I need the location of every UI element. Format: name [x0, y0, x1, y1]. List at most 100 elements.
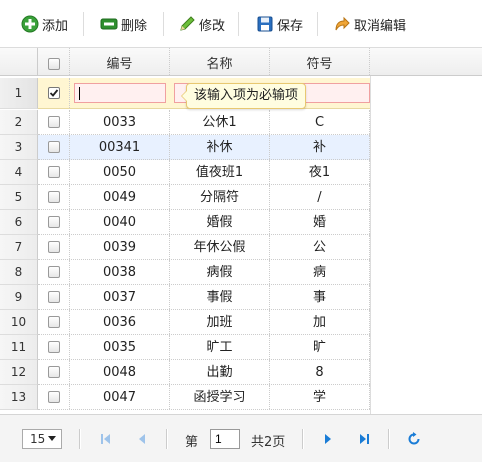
pencil-icon — [178, 15, 196, 33]
column-header-name[interactable]: 名称 — [170, 48, 270, 75]
row-select-cell — [38, 385, 70, 409]
checkmark-icon — [49, 89, 59, 97]
page-prefix-label: 第 — [185, 435, 199, 450]
toolbar: 添加 删除 修改 保存 取消编辑 — [0, 0, 482, 48]
table-row[interactable]: 0035 旷工旷 — [38, 335, 370, 360]
add-button[interactable]: 添加 — [21, 13, 68, 35]
first-page-button[interactable] — [98, 432, 114, 446]
table-row[interactable]: 0040 婚假婚 — [38, 210, 370, 235]
minus-icon — [100, 15, 118, 33]
row-select-cell — [38, 260, 70, 284]
first-page-icon — [101, 434, 110, 444]
row-select-cell — [38, 285, 70, 309]
page-number-input[interactable] — [210, 429, 240, 449]
row-checkbox[interactable] — [48, 216, 60, 228]
row-checkbox[interactable] — [48, 241, 60, 253]
pager-divider — [166, 429, 168, 449]
symbol-cell: 补 — [270, 135, 370, 159]
table-row[interactable]: 0033 公休1 C — [38, 110, 370, 135]
row-checkbox[interactable] — [48, 191, 60, 203]
row-select-cell — [38, 210, 70, 234]
refresh-icon — [408, 432, 420, 445]
symbol-cell: 婚 — [270, 210, 370, 234]
row-checkbox[interactable] — [48, 391, 60, 403]
column-header-symbol[interactable]: 符号 — [270, 48, 370, 75]
table-row[interactable]: 0050 值夜班1 夜1 — [38, 160, 370, 185]
row-number: 5 — [0, 185, 38, 210]
row-checkbox[interactable] — [48, 116, 60, 128]
row-checkbox[interactable] — [48, 291, 60, 303]
row-number: 7 — [0, 235, 38, 260]
code-cell: 0048 — [70, 360, 170, 384]
symbol-cell: / — [270, 185, 370, 209]
undo-arrow-icon — [333, 15, 351, 33]
code-cell: 0039 — [70, 235, 170, 259]
row-select-cell — [38, 160, 70, 184]
edit-button[interactable]: 修改 — [178, 13, 225, 35]
column-header-code[interactable]: 编号 — [70, 48, 170, 75]
name-cell: 婚假 — [170, 210, 270, 234]
row-number: 8 — [0, 260, 38, 285]
row-checkbox[interactable] — [48, 266, 60, 278]
delete-label: 删除 — [121, 18, 148, 34]
symbol-cell: 加 — [270, 310, 370, 334]
row-select-cell — [38, 235, 70, 259]
row-number: 6 — [0, 210, 38, 235]
row-select-cell — [38, 185, 70, 209]
refresh-button[interactable] — [406, 431, 422, 447]
table-row[interactable]: 0036 加班加 — [38, 310, 370, 335]
text-cursor — [79, 87, 80, 100]
table-row[interactable]: 0039 年休公假公 — [38, 235, 370, 260]
table-row[interactable]: 0037 事假事 — [38, 285, 370, 310]
last-page-button[interactable] — [356, 432, 372, 446]
grid-right-edge — [370, 76, 371, 414]
code-edit-cell — [70, 78, 170, 108]
code-cell: 0050 — [70, 160, 170, 184]
name-cell: 补休 — [170, 135, 270, 159]
name-cell: 出勤 — [170, 360, 270, 384]
table-row[interactable]: 00341 补休补 — [38, 135, 370, 160]
row-number: 11 — [0, 335, 38, 360]
page-total-label: 共2页 — [251, 435, 286, 450]
row-checkbox-checked[interactable] — [48, 87, 60, 99]
next-page-button[interactable] — [320, 432, 336, 446]
validation-tooltip: 该输入项为必输项 — [180, 83, 307, 109]
data-grid: 编号 名称 符号 1 2 0033 公休1 C 3 00341 补休补 4 0050 值夜班1 夜1… — [0, 48, 482, 414]
toolbar-divider — [238, 12, 239, 36]
table-row[interactable]: 0038 病假病 — [38, 260, 370, 285]
code-cell: 0038 — [70, 260, 170, 284]
save-label: 保存 — [277, 18, 304, 34]
code-input[interactable] — [74, 83, 166, 103]
table-row[interactable]: 0049 分隔符 / — [38, 185, 370, 210]
name-cell: 公休1 — [170, 110, 270, 134]
prev-page-icon — [139, 434, 145, 444]
row-select-cell — [38, 360, 70, 384]
row-checkbox[interactable] — [48, 316, 60, 328]
row-checkbox[interactable] — [48, 141, 60, 153]
pager-divider — [388, 429, 390, 449]
pager-divider — [302, 429, 304, 449]
last-page-icon — [360, 434, 369, 444]
toolbar-divider — [163, 12, 164, 36]
select-all-checkbox[interactable] — [48, 58, 60, 70]
table-row[interactable]: 0048 出勤 8 — [38, 360, 370, 385]
save-button[interactable]: 保存 — [256, 13, 303, 35]
code-cell: 0049 — [70, 185, 170, 209]
code-cell: 0047 — [70, 385, 170, 409]
row-checkbox[interactable] — [48, 366, 60, 378]
row-number: 3 — [0, 135, 38, 160]
row-select-cell — [38, 110, 70, 134]
prev-page-button[interactable] — [134, 432, 150, 446]
cancel-edit-button[interactable]: 取消编辑 — [333, 13, 406, 35]
row-checkbox[interactable] — [48, 166, 60, 178]
row-number: 12 — [0, 360, 38, 385]
table-row[interactable]: 0047 函授学习学 — [38, 385, 370, 410]
save-disk-icon — [256, 15, 274, 33]
delete-button[interactable]: 删除 — [100, 13, 147, 35]
row-number: 1 — [0, 78, 38, 109]
page-size-select[interactable]: 15 — [22, 429, 62, 449]
name-cell: 年休公假 — [170, 235, 270, 259]
grid-header: 编号 名称 符号 — [0, 48, 482, 76]
row-number: 4 — [0, 160, 38, 185]
row-checkbox[interactable] — [48, 341, 60, 353]
